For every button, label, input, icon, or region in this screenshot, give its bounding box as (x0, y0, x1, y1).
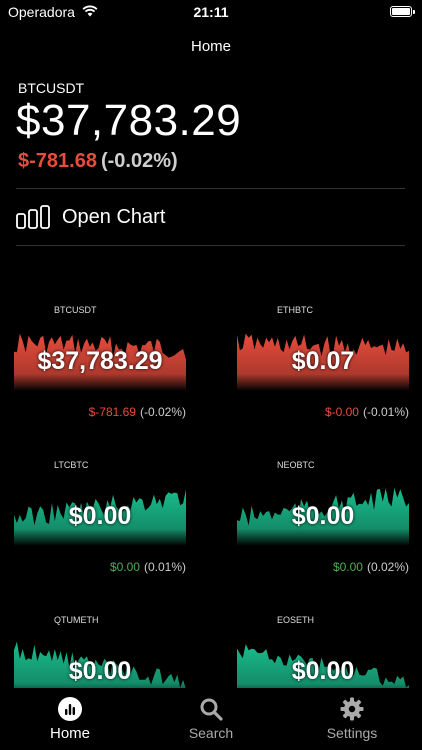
card-change: $-0.00 (-0.01%) (325, 405, 409, 419)
card-change-percent: (-0.01%) (362, 405, 409, 419)
tab-settings[interactable]: Settings (302, 688, 402, 750)
divider (16, 188, 405, 189)
tab-label: Home (49, 725, 90, 742)
selected-symbol: BTCUSDT (18, 80, 85, 96)
card-price: $0.00 (291, 657, 355, 685)
card-symbol: NEOBTC (277, 460, 315, 470)
open-chart-button[interactable]: Open Chart (16, 200, 405, 234)
page-title: Home (190, 38, 231, 55)
selected-price: $37,783.29 (16, 96, 242, 145)
divider (16, 245, 405, 246)
card-change-percent: (-0.02%) (139, 405, 186, 419)
card-change: $0.00 (0.02%) (333, 560, 409, 574)
card-symbol: LTCBTC (54, 460, 89, 470)
card-change: $-781.69 (-0.02%) (89, 405, 186, 419)
card-change-percent: (0.02%) (366, 560, 409, 574)
card-symbol: BTCUSDT (54, 305, 97, 315)
battery-icon (390, 6, 415, 17)
card-price: $0.00 (291, 502, 355, 530)
open-chart-label: Open Chart (62, 205, 166, 228)
card-symbol: ETHBTC (277, 305, 313, 315)
card-symbol: QTUMETH (54, 615, 99, 625)
card-symbol: EOSETH (277, 615, 315, 625)
card-change-value: $-0.00 (324, 405, 359, 419)
tab-label: Settings (326, 725, 378, 741)
card-change-value: $0.00 (109, 560, 140, 574)
search-icon (200, 698, 223, 721)
chart-circle-icon (58, 697, 82, 721)
card-price: $37,783.29 (37, 347, 163, 375)
selected-change-percent: (-0.02%) (100, 150, 178, 172)
tab-search[interactable]: Search (161, 688, 261, 750)
card-change-value: $0.00 (332, 560, 363, 574)
card-price: $0.07 (291, 347, 355, 375)
card-price: $0.00 (68, 502, 132, 530)
bar-chart-icon (16, 205, 50, 229)
card-change: $0.00 (0.01%) (110, 560, 186, 574)
tab-label: Search (188, 725, 234, 741)
card-price: $0.00 (68, 657, 132, 685)
status-time: 21:11 (193, 4, 229, 20)
selected-change-value: $-781.68 (18, 150, 97, 172)
tab-home[interactable]: Home (20, 688, 120, 750)
selected-change: $-781.68 (-0.02%) (18, 150, 178, 173)
tab-bar: Home Search Settings (0, 688, 422, 750)
card-change-value: $-781.69 (88, 405, 136, 419)
status-bar: Operadora 21:11 (0, 0, 422, 26)
card-change-percent: (0.01%) (143, 560, 186, 574)
gear-icon (340, 697, 364, 721)
